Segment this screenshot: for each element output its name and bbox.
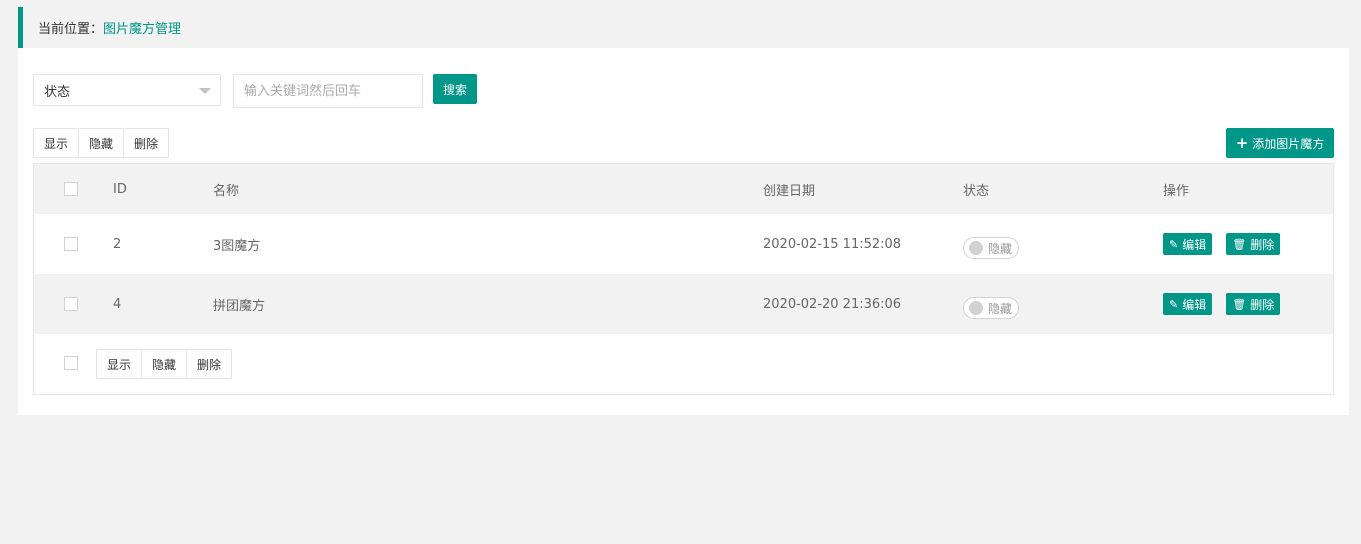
status-label: 隐藏 [988, 241, 1013, 256]
header-date: 创建日期 [763, 183, 816, 199]
search-input[interactable] [233, 74, 423, 108]
select-all-checkbox[interactable] [64, 182, 78, 196]
table-row: 4 拼团魔方 2020-02-20 21:36:06 隐藏 ✎ 编辑 🗑 删除 [34, 274, 1333, 334]
row-delete-button[interactable]: 🗑 删除 [1226, 233, 1281, 255]
breadcrumb-prefix: 当前位置： [38, 22, 104, 37]
status-select-value: 状态 [44, 84, 71, 100]
delete-button[interactable]: 删除 [124, 129, 169, 157]
row-id: 2 [113, 236, 122, 252]
status-select[interactable]: 状态 [33, 74, 221, 106]
row-checkbox[interactable] [64, 297, 78, 311]
delete-label: 删除 [1250, 297, 1275, 312]
edit-label: 编辑 [1182, 237, 1207, 252]
header-name: 名称 [213, 183, 240, 199]
search-button[interactable]: 搜索 [433, 74, 477, 104]
toggle-knob [969, 301, 983, 315]
plus-icon: + [1235, 134, 1249, 152]
main-panel: 状态 搜索 显示 隐藏 删除 + 添加图片魔方 ID 名称 创建日期 状态 操作… [18, 48, 1349, 415]
status-toggle[interactable]: 隐藏 [963, 237, 1019, 259]
breadcrumb-current[interactable]: 图片魔方管理 [103, 18, 181, 37]
header-id: ID [113, 181, 127, 197]
add-image-cube-button[interactable]: + 添加图片魔方 [1226, 128, 1334, 158]
header-status: 状态 [963, 183, 990, 199]
edit-button[interactable]: ✎ 编辑 [1163, 293, 1213, 315]
footer-delete-button[interactable]: 删除 [187, 350, 232, 378]
header-ops: 操作 [1163, 183, 1190, 199]
row-checkbox[interactable] [64, 237, 78, 251]
row-name: 3图魔方 [213, 238, 261, 254]
status-toggle[interactable]: 隐藏 [963, 297, 1019, 319]
row-date: 2020-02-15 11:52:08 [763, 236, 902, 252]
footer-select-all-checkbox[interactable] [64, 356, 78, 370]
footer-hide-button[interactable]: 隐藏 [142, 350, 188, 378]
show-button[interactable]: 显示 [34, 129, 80, 157]
edit-button[interactable]: ✎ 编辑 [1163, 233, 1213, 255]
breadcrumb: 当前位置： 图片魔方管理 [18, 7, 1349, 48]
table-row: 2 3图魔方 2020-02-15 11:52:08 隐藏 ✎ 编辑 🗑 删除 [34, 214, 1333, 274]
pencil-icon: ✎ [1169, 297, 1179, 311]
row-name: 拼团魔方 [213, 298, 266, 314]
row-id: 4 [113, 296, 122, 312]
trash-icon: 🗑 [1232, 237, 1247, 251]
edit-label: 编辑 [1182, 297, 1207, 312]
row-delete-button[interactable]: 🗑 删除 [1226, 293, 1281, 315]
footer-show-button[interactable]: 显示 [97, 350, 143, 378]
status-label: 隐藏 [988, 301, 1013, 316]
toggle-knob [969, 241, 983, 255]
bottom-action-group: 显示 隐藏 删除 [96, 349, 233, 379]
hide-button[interactable]: 隐藏 [79, 129, 125, 157]
trash-icon: 🗑 [1232, 297, 1247, 311]
top-action-group: 显示 隐藏 删除 [33, 128, 170, 158]
pencil-icon: ✎ [1169, 237, 1179, 251]
table-header: ID 名称 创建日期 状态 操作 [34, 164, 1333, 214]
row-date: 2020-02-20 21:36:06 [763, 296, 902, 312]
caret-down-icon [199, 88, 211, 94]
add-button-label: 添加图片魔方 [1252, 136, 1325, 151]
delete-label: 删除 [1250, 237, 1275, 252]
